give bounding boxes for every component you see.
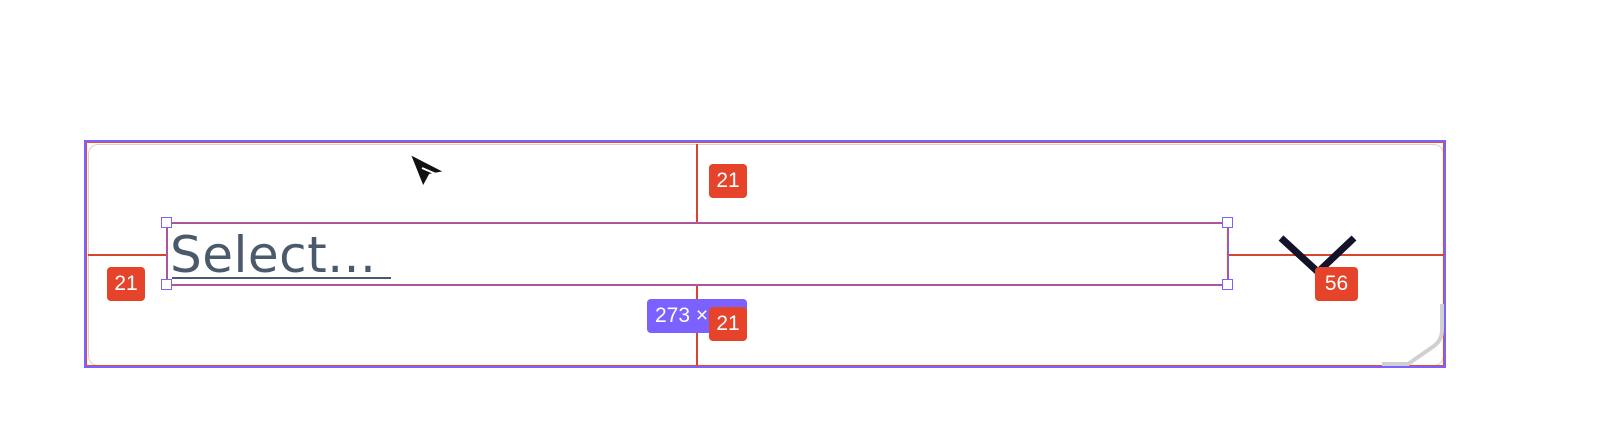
spacing-line-left: [88, 254, 167, 256]
placeholder-underline: [172, 277, 391, 279]
cursor-icon: [407, 151, 448, 190]
padding-top-badge: 21: [709, 164, 747, 198]
resize-grip-icon[interactable]: [1378, 300, 1446, 368]
padding-left-badge: 21: [107, 267, 145, 301]
resize-handle-bottom-right[interactable]: [1222, 279, 1233, 290]
resize-handle-top-right[interactable]: [1222, 217, 1233, 228]
padding-bottom-badge: 21: [709, 307, 747, 341]
padding-right-badge: 56: [1315, 267, 1358, 301]
spacing-line-top: [696, 144, 698, 223]
select-placeholder: Select...: [170, 226, 377, 284]
